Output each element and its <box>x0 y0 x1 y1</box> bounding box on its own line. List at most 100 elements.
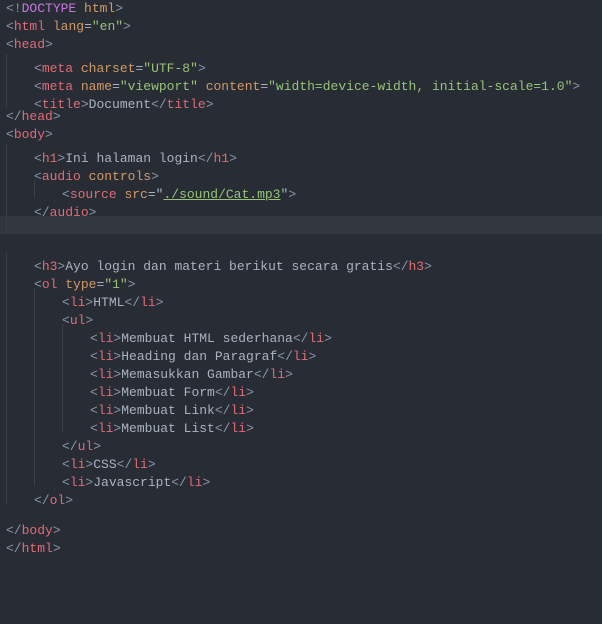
code-line[interactable]: <body> <box>0 126 602 144</box>
line-content: <source src="./sound/Cat.mp3"> <box>0 180 296 198</box>
line-content: <ol type="1"> <box>0 270 135 288</box>
token-tag: html <box>22 541 53 556</box>
token-tag: html <box>14 19 45 34</box>
code-line[interactable]: <!DOCTYPE html> <box>0 0 602 18</box>
token-br: > <box>115 1 123 16</box>
indent-guide <box>34 324 62 342</box>
indent-guide <box>62 414 90 432</box>
line-content <box>0 234 6 252</box>
indent-guide <box>62 324 90 342</box>
token-tag: body <box>22 523 53 538</box>
token-br: > <box>123 19 131 34</box>
token-p <box>45 19 53 34</box>
indent-guide <box>6 180 34 198</box>
token-attr: html <box>76 1 115 16</box>
code-line[interactable]: </audio> <box>0 198 602 216</box>
token-str: "en" <box>92 19 123 34</box>
code-line[interactable]: <li>Membuat HTML sederhana</li> <box>0 324 602 342</box>
indent-guide <box>6 324 34 342</box>
code-line[interactable]: </html> <box>0 540 602 558</box>
token-br: < <box>6 37 14 52</box>
token-tag: body <box>14 127 45 142</box>
code-line[interactable]: <ol type="1"> <box>0 270 602 288</box>
code-line[interactable]: </body> <box>0 522 602 540</box>
code-line[interactable]: </ul> <box>0 432 602 450</box>
token-attr: lang <box>53 19 84 34</box>
indent-guide <box>6 144 34 162</box>
indent-guide <box>34 378 62 396</box>
token-br: </ <box>6 541 22 556</box>
line-content: </body> <box>0 522 61 540</box>
token-br: > <box>53 109 61 124</box>
indent-guide <box>6 198 34 216</box>
token-br: > <box>53 523 61 538</box>
line-content: <head> <box>0 36 53 54</box>
line-content: <body> <box>0 126 53 144</box>
code-line[interactable]: <meta charset="UTF-8"> <box>0 54 602 72</box>
line-content: <ul> <box>0 306 93 324</box>
line-content <box>0 216 34 234</box>
indent-guide <box>34 396 62 414</box>
code-line[interactable]: <li>Membuat Form</li> <box>0 378 602 396</box>
line-content: <h3>Ayo login dan materi berikut secara … <box>0 252 432 270</box>
code-line[interactable]: <ul> <box>0 306 602 324</box>
indent-guide <box>6 396 34 414</box>
indent-guide <box>6 54 34 72</box>
code-line[interactable]: <li>Heading dan Paragraf</li> <box>0 342 602 360</box>
code-line[interactable] <box>0 216 602 234</box>
line-content: </html> <box>0 540 61 558</box>
token-br: > <box>45 37 53 52</box>
line-content: <meta name="viewport" content="width=dev… <box>0 72 580 90</box>
line-content: <audio controls> <box>0 162 159 180</box>
code-line[interactable]: <li>Memasukkan Gambar</li> <box>0 360 602 378</box>
line-content <box>0 504 6 522</box>
token-br: > <box>53 541 61 556</box>
line-content: <li>Heading dan Paragraf</li> <box>0 342 316 360</box>
token-br: <! <box>6 1 22 16</box>
indent-guide <box>34 342 62 360</box>
indent-guide <box>62 396 90 414</box>
indent-guide <box>62 378 90 396</box>
code-line[interactable] <box>0 234 602 252</box>
code-line[interactable]: <audio controls> <box>0 162 602 180</box>
token-br: < <box>6 19 14 34</box>
line-content: <!DOCTYPE html> <box>0 0 123 18</box>
line-content: <li>Memasukkan Gambar</li> <box>0 360 293 378</box>
indent-guide <box>6 414 34 432</box>
line-content: <h1>Ini halaman login</h1> <box>0 144 237 162</box>
line-content: <meta charset="UTF-8"> <box>0 54 206 72</box>
indent-guide <box>34 360 62 378</box>
code-line[interactable]: <title>Document</title> <box>0 90 602 108</box>
indent-guide <box>6 252 34 270</box>
code-line[interactable]: <head> <box>0 36 602 54</box>
indent-guide <box>6 72 34 90</box>
indent-guide <box>62 360 90 378</box>
code-line[interactable]: </ol> <box>0 486 602 504</box>
line-content: <li>Membuat HTML sederhana</li> <box>0 324 332 342</box>
code-line[interactable]: <li>CSS</li> <box>0 450 602 468</box>
code-line[interactable]: <li>HTML</li> <box>0 288 602 306</box>
token-eq: = <box>84 19 92 34</box>
code-editor[interactable]: <!DOCTYPE html><html lang="en"><head><me… <box>0 0 602 558</box>
code-line[interactable]: <li>Javascript</li> <box>0 468 602 486</box>
indent-guide <box>34 288 62 306</box>
indent-guide <box>6 468 34 486</box>
code-line[interactable]: <h3>Ayo login dan materi berikut secara … <box>0 252 602 270</box>
code-line[interactable]: <h1>Ini halaman login</h1> <box>0 144 602 162</box>
code-line[interactable]: <html lang="en"> <box>0 18 602 36</box>
code-line[interactable]: </head> <box>0 108 602 126</box>
indent-guide <box>34 432 62 450</box>
indent-guide <box>34 414 62 432</box>
code-line[interactable] <box>0 504 602 522</box>
code-line[interactable]: <li>Membuat Link</li> <box>0 396 602 414</box>
code-line[interactable]: <li>Membuat List</li> <box>0 414 602 432</box>
indent-guide <box>34 306 62 324</box>
line-content: <html lang="en"> <box>0 18 131 36</box>
code-line[interactable]: <meta name="viewport" content="width=dev… <box>0 72 602 90</box>
indent-guide <box>6 486 34 504</box>
indent-guide <box>62 342 90 360</box>
indent-guide <box>6 216 34 234</box>
line-content: </audio> <box>0 198 96 216</box>
code-line[interactable]: <source src="./sound/Cat.mp3"> <box>0 180 602 198</box>
indent-guide <box>6 450 34 468</box>
